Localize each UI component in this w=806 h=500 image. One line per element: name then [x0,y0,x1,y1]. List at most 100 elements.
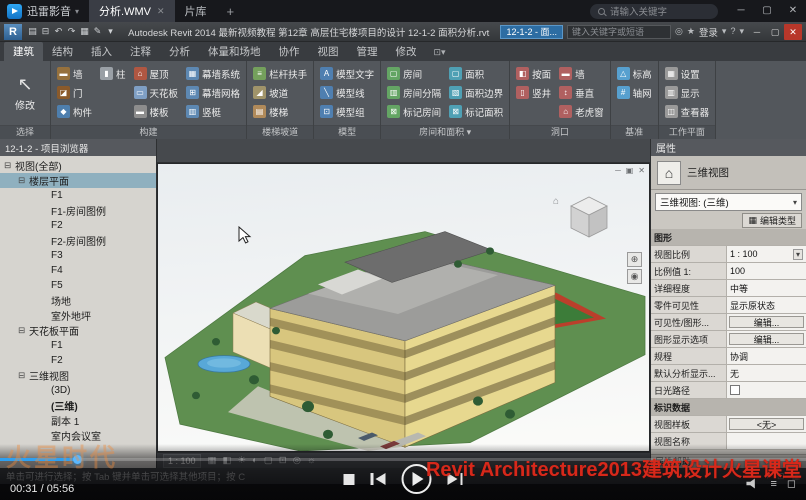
property-row[interactable]: 默认分析显示... 无 [651,365,806,382]
tree-item[interactable]: F2-房间图例 [0,233,156,248]
property-row[interactable]: 零件可见性 显示原状态 [651,297,806,314]
ribbon-button[interactable]: ▥竖梃 [184,102,242,121]
view-window-icon[interactable]: ✕ [638,166,645,175]
ribbon-button[interactable]: ▢面积 [447,64,505,83]
tree-expander-icon[interactable]: ⊟ [4,160,15,171]
panel-label[interactable]: 工作平面 [659,125,716,139]
infocenter-icon[interactable]: ★ [687,26,695,37]
property-row[interactable]: 规程 协调 [651,348,806,365]
player-tab-library[interactable]: 片库 [175,0,217,22]
ribbon-button[interactable]: ▬墙 [557,64,606,83]
property-row[interactable]: 可见性/图形... 编辑... [651,314,806,331]
document-switcher[interactable]: 12-1-2 - 面... [500,25,563,39]
panel-label[interactable]: 洞口 [510,125,610,139]
infocenter-icon[interactable]: ◎ [675,26,683,37]
property-value[interactable]: 中等 [727,280,806,296]
ribbon-button[interactable]: ▬墙 [55,64,94,83]
ribbon-tab[interactable]: 修改 [387,42,426,61]
ribbon-button[interactable]: ⊡模型组 [318,102,376,121]
tree-item[interactable]: 副本 1 [0,413,156,428]
help-icon[interactable]: ▾ [722,26,727,37]
player-tab-current[interactable]: 分析.WMV ✕ [89,0,175,22]
ribbon-button[interactable]: ▯竖井 [514,83,553,102]
view-window-icon[interactable]: ▣ [626,166,634,175]
ribbon-button[interactable]: A模型文字 [318,64,376,83]
ribbon-button[interactable]: ◆构件 [55,102,94,121]
panel-label[interactable]: 构建 [51,125,246,139]
edit-type-button[interactable]: ▦ 编辑类型 [742,213,802,228]
ribbon-tab[interactable]: 分析 [160,42,199,61]
property-value[interactable]: 100 [727,263,806,279]
revit-app-button[interactable]: R [4,24,22,40]
ribbon-button[interactable]: ▤楼梯 [251,102,309,121]
ribbon-button[interactable]: ▦幕墙系统 [184,64,242,83]
property-value[interactable]: 编辑... [729,333,804,345]
qat-icon[interactable]: ▤ [26,26,39,37]
ribbon-button[interactable]: ╲模型线 [318,83,376,102]
ribbon-tab[interactable]: 结构 [43,42,82,61]
ribbon-button[interactable]: ▦设置 [663,64,712,83]
ribbon-button[interactable]: ◢坡道 [251,83,309,102]
previous-button[interactable] [371,473,386,485]
tree-item[interactable]: 室外地坪 [0,308,156,323]
tree-item[interactable]: F2 [0,353,156,368]
navigation-icon[interactable]: ⊕ [627,252,642,267]
tree-item[interactable]: F3 [0,248,156,263]
property-value[interactable]: 协调 [727,348,806,364]
ribbon-button[interactable]: #轴网 [615,83,654,102]
tree-item[interactable]: ⊟ 视图(全部) [0,158,156,173]
ribbon-button[interactable]: ▧面积边界 [447,83,505,102]
ribbon-button[interactable]: ▢房间 [385,64,443,83]
minimize-button[interactable]: ─ [728,0,754,22]
stop-button[interactable] [344,474,355,485]
drawing-area[interactable]: ─▣✕ ⌂ ⊕◉ [157,163,650,452]
property-value[interactable]: 无 [727,365,806,381]
ribbon-button[interactable]: △标高 [615,64,654,83]
modify-dropdown-icon[interactable]: ⊡▾ [434,47,446,61]
ribbon-button[interactable]: ◧按面 [514,64,553,83]
player-brand-menu[interactable]: 迅雷影音 ▾ [27,3,89,19]
property-row[interactable]: 详细程度 中等 [651,280,806,297]
view-cube[interactable] [563,192,615,244]
modify-button[interactable]: ↖ 修改 [4,64,46,122]
ribbon-button[interactable]: ◪门 [55,83,94,102]
qat-icon[interactable]: ▾ [104,26,117,37]
ribbon-button[interactable]: ⊠标记面积 [447,102,505,121]
ribbon-button[interactable]: ▭天花板 [132,83,181,102]
ribbon-tab[interactable]: 体量和场地 [199,42,270,61]
tree-item[interactable]: F1 [0,188,156,203]
panel-label[interactable]: 基准 [611,125,658,139]
ribbon-button[interactable]: ◫查看器 [663,102,712,121]
tree-item[interactable]: F5 [0,278,156,293]
ribbon-button[interactable]: ⊠标记房间 [385,102,443,121]
tree-item[interactable]: 场地 [0,293,156,308]
panel-label[interactable]: 模型 [314,125,380,139]
new-tab-button[interactable]: + [217,4,245,19]
tree-item[interactable]: F4 [0,263,156,278]
revit-minimize-button[interactable]: ─ [748,24,766,40]
property-row[interactable]: 日光路径 [651,382,806,399]
tree-item[interactable]: (三维) [0,398,156,413]
tab-close-icon[interactable]: ✕ [157,6,165,17]
panel-label[interactable]: 楼梯坡道 [247,125,313,139]
qat-icon[interactable]: ⊟ [39,26,52,37]
property-value[interactable] [727,382,806,398]
ribbon-tab[interactable]: 插入 [82,42,121,61]
video-area[interactable]: R ▤⊟↶↷▦✎▾ Autodesk Revit 2014 最新视频教程 第12… [0,22,806,500]
home-icon[interactable]: ⌂ [553,196,559,207]
ribbon-button[interactable]: ▬楼板 [132,102,181,121]
tree-item[interactable]: F1 [0,338,156,353]
player-search-input[interactable]: 请输入关键字 [590,4,718,19]
ribbon-tab[interactable]: 视图 [309,42,348,61]
type-selector[interactable]: 三维视图: (三维) ▾ [655,193,802,211]
ribbon-button[interactable]: ▮柱 [98,64,128,83]
qat-icon[interactable]: ↷ [65,26,78,37]
qat-icon[interactable]: ✎ [91,26,104,37]
property-row[interactable]: 比例值 1: 100 [651,263,806,280]
close-button[interactable]: ✕ [780,0,806,22]
qat-icon[interactable]: ↶ [52,26,65,37]
infocenter-search-input[interactable]: 键入关键字或短语 [567,25,671,39]
tree-item[interactable]: ⊟ 楼层平面 [0,173,156,188]
tree-item[interactable]: F1-房间图例 [0,203,156,218]
project-browser-header[interactable]: 12-1-2 - 项目浏览器 [0,139,156,156]
